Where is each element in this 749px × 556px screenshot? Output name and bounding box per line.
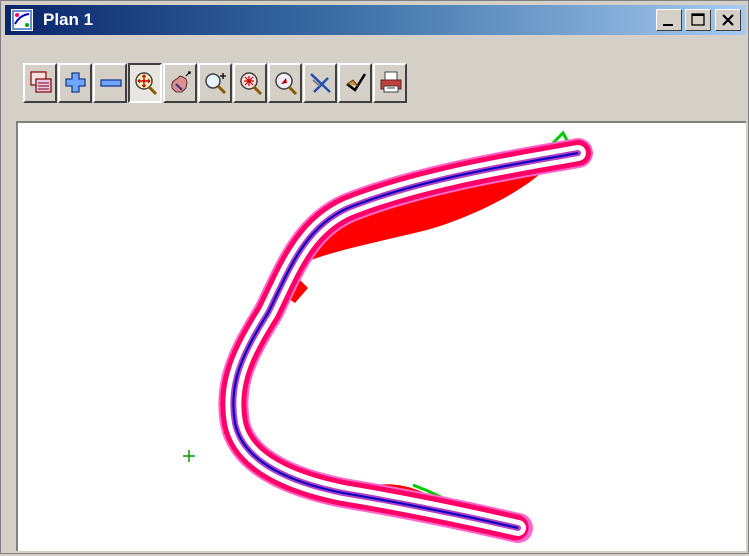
zoom-window-icon xyxy=(205,73,227,95)
pick-button[interactable] xyxy=(268,63,302,103)
minus-icon xyxy=(100,79,122,87)
minimize-icon xyxy=(663,24,673,26)
print-button[interactable] xyxy=(373,63,407,103)
road-alignment-plan xyxy=(183,130,593,543)
zoom-window-button[interactable] xyxy=(198,63,232,103)
maximize-button[interactable] xyxy=(685,9,711,31)
zoom-in-button[interactable] xyxy=(58,63,92,103)
hand-pan-icon xyxy=(171,71,191,93)
plot-button[interactable] xyxy=(23,63,57,103)
zoom-out-button[interactable] xyxy=(93,63,127,103)
plot-layers-icon xyxy=(30,71,52,93)
zoom-extent-button[interactable] xyxy=(233,63,267,103)
cursor-cross-marker xyxy=(183,450,195,462)
plan-app-icon xyxy=(11,9,33,31)
fit-button[interactable] xyxy=(128,63,162,103)
tracking-icon xyxy=(346,73,367,92)
clear-icon xyxy=(310,73,331,93)
minimize-button[interactable] xyxy=(656,9,682,31)
plus-icon xyxy=(65,72,86,93)
close-icon xyxy=(722,14,734,26)
clear-button[interactable] xyxy=(303,63,337,103)
plan-canvas[interactable] xyxy=(16,121,746,551)
pan-button[interactable] xyxy=(163,63,197,103)
pick-icon xyxy=(275,72,298,96)
plan-window: Plan 1 xyxy=(0,0,749,554)
zoom-extent-icon xyxy=(240,72,263,96)
tracking-button[interactable] xyxy=(338,63,372,103)
fit-zoom-icon xyxy=(135,72,158,96)
close-button[interactable] xyxy=(715,9,741,31)
printer-icon xyxy=(380,71,402,93)
maximize-icon xyxy=(691,13,705,26)
window-title: Plan 1 xyxy=(43,10,94,29)
title-bar[interactable]: Plan 1 xyxy=(5,5,746,35)
